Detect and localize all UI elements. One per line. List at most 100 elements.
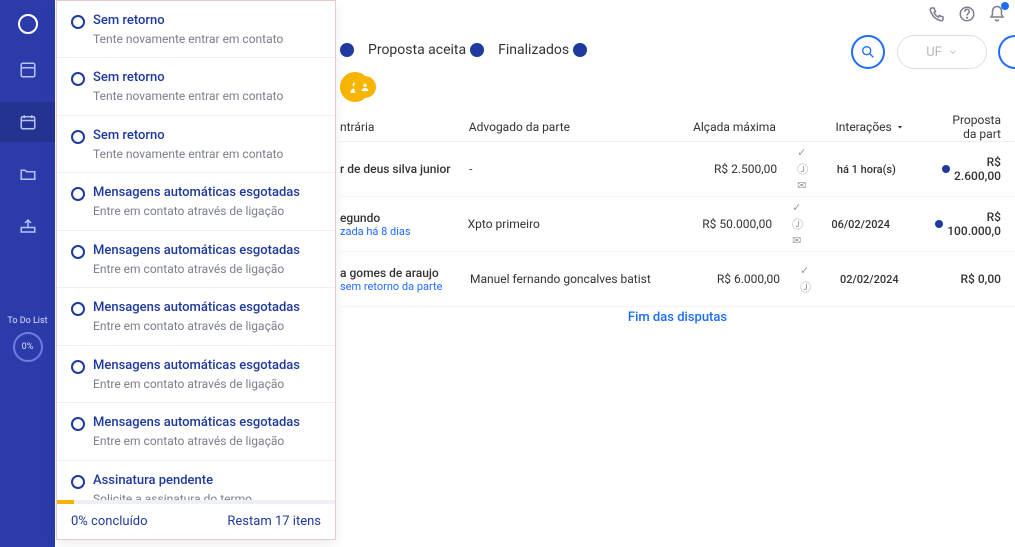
todo-footer: 0% concluído Restam 17 itens bbox=[57, 504, 335, 539]
mail-icon: ✉ bbox=[797, 179, 806, 192]
nav-folder[interactable] bbox=[0, 154, 55, 194]
radio-icon[interactable] bbox=[71, 15, 85, 29]
phone-icon[interactable] bbox=[927, 4, 947, 24]
tab-hidden[interactable] bbox=[340, 43, 354, 57]
todo-title: Sem retorno bbox=[93, 70, 283, 87]
tab-label: Proposta aceita bbox=[368, 42, 466, 58]
check-icon: ✓ bbox=[792, 201, 801, 214]
todo-subtitle: Solicite a assinatura do termo bbox=[93, 492, 252, 500]
todo-panel: Sem retorno Tente novamente entrar em con… bbox=[56, 0, 336, 540]
tab-proposta-aceita[interactable]: Proposta aceita bbox=[368, 42, 484, 58]
party-name: a gomes de araujo bbox=[340, 266, 470, 280]
radio-icon[interactable] bbox=[71, 187, 85, 201]
todo-item[interactable]: Mensagens automáticas esgotadas Entre em … bbox=[57, 231, 335, 288]
table-header: ntrária Advogado da parte Alçada máxima … bbox=[340, 112, 1015, 142]
radio-icon[interactable] bbox=[71, 360, 85, 374]
radio-icon[interactable] bbox=[71, 475, 85, 489]
avatar[interactable] bbox=[340, 72, 370, 102]
inter-dot bbox=[942, 165, 950, 173]
mail-icon: ✉ bbox=[792, 234, 801, 247]
todo-item[interactable]: Sem retorno Tente novamente entrar em con… bbox=[57, 58, 335, 115]
badge-icon bbox=[573, 43, 587, 57]
proposal-cell: R$ 0,00 bbox=[958, 272, 1015, 286]
tab-finalizados[interactable]: Finalizados bbox=[498, 42, 587, 58]
avatar-row bbox=[340, 72, 370, 102]
todo-title: Sem retorno bbox=[93, 13, 283, 30]
party-name: r de deus silva junior bbox=[340, 162, 469, 176]
check-icon: ✓ bbox=[797, 146, 806, 159]
proposal-cell: R$ 2.600,00 bbox=[954, 155, 1015, 183]
max-cell: R$ 50.000,00 bbox=[654, 217, 792, 231]
progress-fill bbox=[57, 500, 74, 504]
col-inter-label: Interações bbox=[836, 120, 892, 134]
todo-subtitle: Entre em contato através de ligação bbox=[93, 262, 300, 278]
radio-icon[interactable] bbox=[71, 245, 85, 259]
inter-ts: há 1 hora(s) bbox=[837, 163, 954, 176]
radio-icon[interactable] bbox=[71, 130, 85, 144]
tab-label: Finalizados bbox=[498, 42, 569, 58]
progress-complete-text: 0% concluído bbox=[71, 514, 148, 529]
todo-item[interactable]: Mensagens automáticas esgotadas Entre em … bbox=[57, 173, 335, 230]
bell-icon[interactable] bbox=[987, 4, 1007, 24]
radio-icon[interactable] bbox=[71, 417, 85, 431]
col-party[interactable]: ntrária bbox=[340, 120, 469, 134]
proposal-cell: R$ 100.000,0 bbox=[947, 210, 1015, 238]
radio-icon[interactable] bbox=[71, 72, 85, 86]
todo-title: Mensagens automáticas esgotadas bbox=[93, 243, 300, 260]
todo-subtitle: Entre em contato através de ligação bbox=[93, 434, 300, 450]
help-icon[interactable] bbox=[957, 4, 977, 24]
header-right bbox=[927, 4, 1007, 24]
nav-calendar[interactable] bbox=[0, 102, 55, 142]
lawyer-cell: - bbox=[469, 162, 658, 176]
todo-item[interactable]: Mensagens automáticas esgotadasEntre em … bbox=[57, 288, 335, 345]
lawyer-cell: Manuel fernando goncalves batist bbox=[470, 272, 660, 286]
todo-subtitle: Entre em contato através de ligação bbox=[93, 377, 300, 393]
party-sub: sem retorno da parte bbox=[340, 280, 470, 293]
table-row[interactable]: r de deus silva junior - R$ 2.500,00 ✓Ⓙ✉… bbox=[340, 142, 1015, 197]
todo-title: Mensagens automáticas esgotadas bbox=[93, 185, 300, 202]
col-max[interactable]: Alçada máxima bbox=[657, 120, 796, 134]
todo-subtitle: Tente novamente entrar em contato bbox=[93, 89, 283, 105]
todo-item[interactable]: Sem retornoTente novamente entrar em con… bbox=[57, 116, 335, 173]
todo-item[interactable]: Assinatura pendente Solicite a assinatura… bbox=[57, 461, 335, 500]
search-button[interactable] bbox=[851, 35, 885, 69]
todo-title: Mensagens automáticas esgotadas bbox=[93, 415, 300, 432]
remaining-text: Restam 17 itens bbox=[227, 514, 321, 529]
left-nav: To Do List 0% bbox=[0, 0, 55, 547]
todo-title: Mensagens automáticas esgotadas bbox=[93, 358, 300, 375]
max-cell: R$ 6.000,00 bbox=[660, 272, 800, 286]
tabs: Proposta aceita Finalizados bbox=[340, 42, 587, 58]
badge-icon bbox=[340, 43, 354, 57]
avatar-extra bbox=[354, 76, 376, 98]
todo-subtitle: Entre em contato através de ligação bbox=[93, 319, 300, 335]
col-interactions[interactable]: Interações bbox=[836, 120, 953, 134]
todo-title: Assinatura pendente bbox=[93, 473, 252, 490]
progress-ring[interactable]: 0% bbox=[13, 332, 43, 362]
right-edge-button[interactable] bbox=[998, 35, 1015, 69]
table-row[interactable]: a gomes de araujosem retorno da parte Ma… bbox=[340, 252, 1015, 307]
nav-dashboard[interactable] bbox=[0, 50, 55, 90]
nav-upload[interactable] bbox=[0, 206, 55, 246]
todo-item[interactable]: Sem retorno Tente novamente entrar em con… bbox=[57, 1, 335, 58]
todo-subtitle: Tente novamente entrar em contato bbox=[93, 32, 283, 48]
uf-placeholder: UF bbox=[926, 45, 942, 60]
table-body: r de deus silva junior - R$ 2.500,00 ✓Ⓙ✉… bbox=[340, 142, 1015, 307]
badge-icon bbox=[470, 43, 484, 57]
col-proposal[interactable]: Proposta da part bbox=[952, 113, 1015, 141]
todo-item[interactable]: Mensagens automáticas esgotadas Entre em … bbox=[57, 403, 335, 460]
inter-ts: 02/02/2024 bbox=[840, 273, 958, 286]
todo-subtitle: Entre em contato através de ligação bbox=[93, 204, 300, 220]
uf-select[interactable]: UF bbox=[897, 35, 987, 69]
radio-icon[interactable] bbox=[71, 302, 85, 316]
col-lawyer[interactable]: Advogado da parte bbox=[469, 120, 657, 134]
table-row[interactable]: egundozada há 8 dias Xpto primeiro R$ 50… bbox=[340, 197, 1015, 252]
j-icon: Ⓙ bbox=[797, 161, 808, 177]
party-name: egundo bbox=[340, 211, 468, 225]
check-icon: ✓ bbox=[800, 264, 809, 277]
j-icon: Ⓙ bbox=[800, 279, 811, 295]
todo-item[interactable]: Mensagens automáticas esgotadas Entre em … bbox=[57, 346, 335, 403]
todo-subtitle: Tente novamente entrar em contato bbox=[93, 147, 283, 163]
inter-ts: 06/02/2024 bbox=[831, 218, 947, 231]
notification-dot bbox=[1001, 2, 1009, 10]
todo-scroll[interactable]: Sem retorno Tente novamente entrar em con… bbox=[57, 1, 335, 500]
